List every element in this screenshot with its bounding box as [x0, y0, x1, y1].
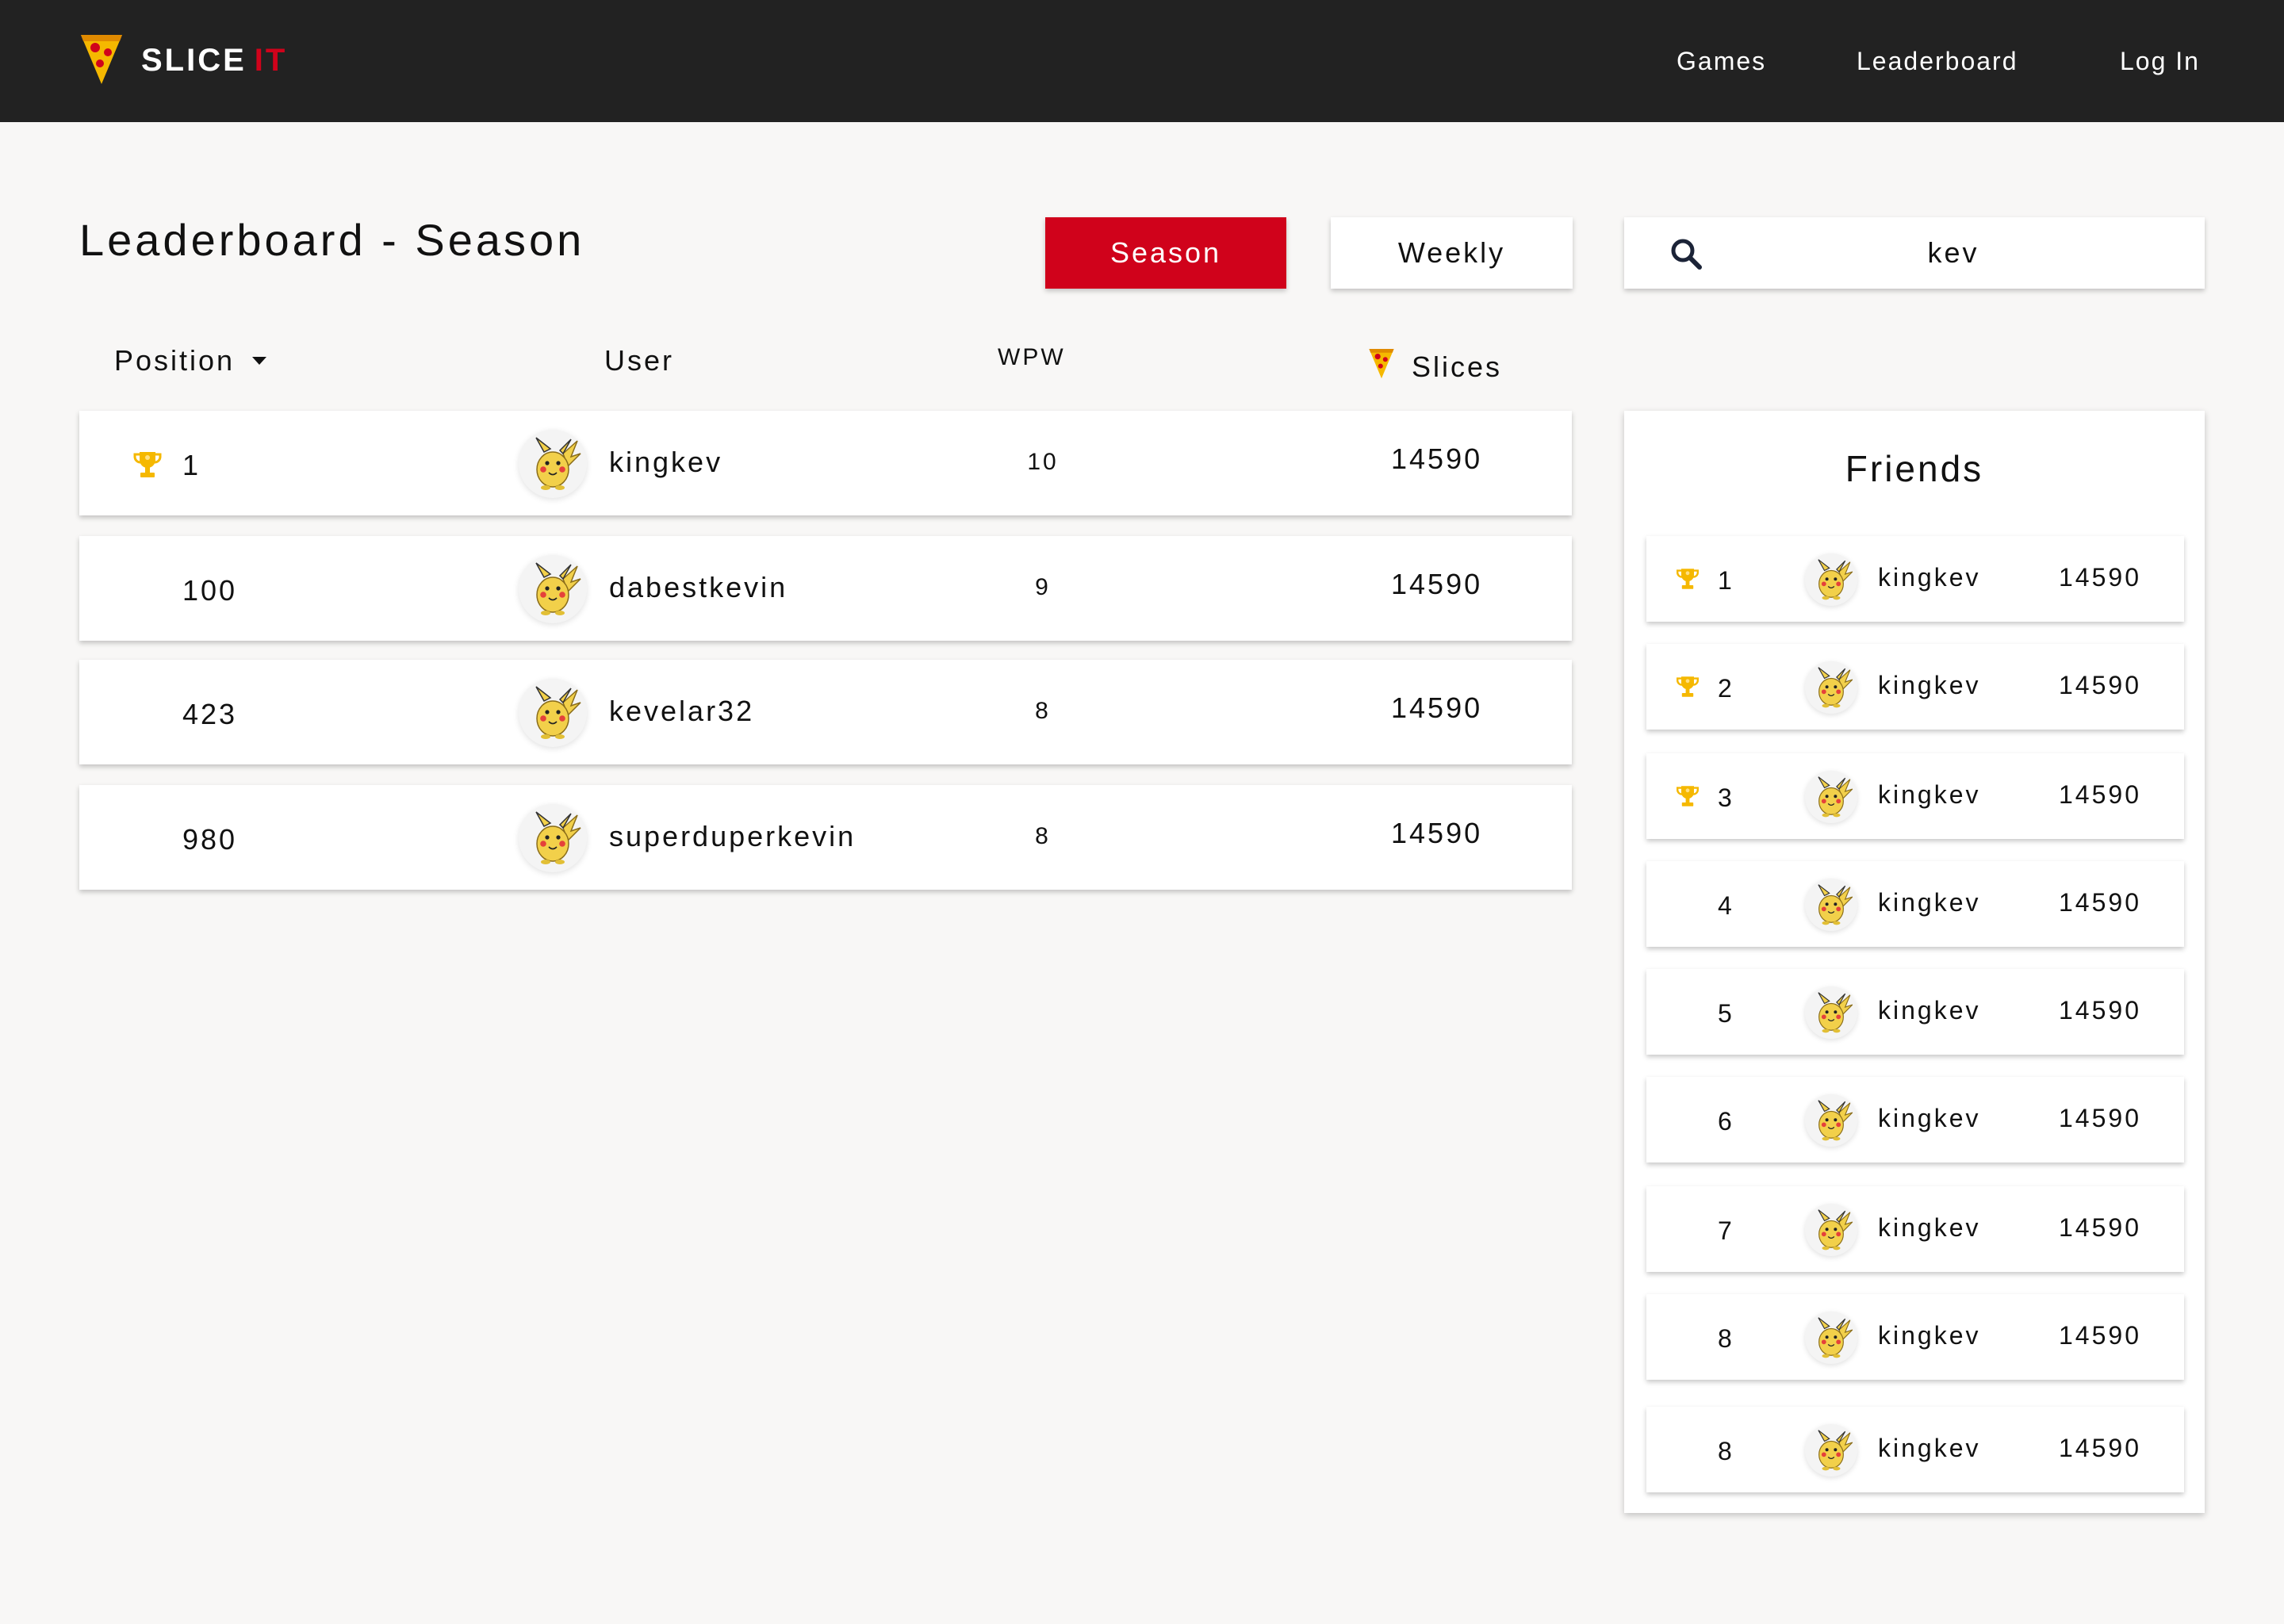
friend-slices: 14590 [2059, 780, 2141, 809]
friend-position: 7 [1718, 1216, 1734, 1245]
friends-title: Friends [1845, 448, 1984, 489]
nav-leaderboard-link[interactable]: Leaderboard [1857, 43, 2018, 79]
row-username[interactable]: superduperkevin [609, 820, 856, 853]
brand-name: SLICE IT [141, 42, 288, 78]
trophy-icon [132, 449, 163, 481]
row-username[interactable]: kevelar32 [609, 695, 754, 728]
pikachu-avatar-icon [1805, 661, 1857, 714]
row-username[interactable]: dabestkevin [609, 571, 788, 604]
friend-row[interactable]: 1 kingkev 14590 [1646, 536, 2184, 622]
friend-slices: 14590 [2059, 1213, 2141, 1242]
pikachu-avatar-icon [1805, 1204, 1857, 1256]
friend-row[interactable]: 4 kingkev 14590 [1646, 861, 2184, 947]
pikachu-avatar-icon [1805, 986, 1857, 1039]
row-position: 423 [182, 698, 238, 730]
friend-position: 1 [1718, 566, 1734, 595]
row-slices: 14590 [1391, 817, 1483, 849]
row-slices: 14590 [1391, 442, 1483, 475]
pikachu-avatar-icon [519, 430, 587, 498]
leaderboard-row[interactable]: 100 dabestkevin 9 14590 [79, 536, 1572, 641]
friend-position: 5 [1718, 999, 1734, 1028]
search-input[interactable] [1719, 217, 2187, 289]
slices-header-label: Slices [1412, 350, 1503, 383]
friend-row[interactable]: 7 kingkev 14590 [1646, 1186, 2184, 1272]
friend-position: 6 [1718, 1107, 1734, 1136]
caret-down-icon[interactable] [252, 357, 267, 365]
user-column-header: User [604, 344, 675, 377]
friend-username[interactable]: kingkev [1878, 888, 1981, 917]
pikachu-avatar-icon [519, 804, 587, 872]
friends-panel: Friends 1 kingkev 14590 2 kingkev 14590 … [1624, 411, 2205, 1513]
friend-username[interactable]: kingkev [1878, 1434, 1981, 1463]
friend-slices: 14590 [2059, 671, 2141, 699]
wpw-column-header: WPW [998, 344, 1066, 370]
friend-slices: 14590 [2059, 563, 2141, 592]
friend-username[interactable]: kingkev [1878, 996, 1981, 1025]
leaderboard-row[interactable]: 423 kevelar32 8 14590 [79, 660, 1572, 764]
leaderboard-row[interactable]: 980 superduperkevin 8 14590 [79, 785, 1572, 890]
row-slices: 14590 [1391, 568, 1483, 600]
friend-row[interactable]: 8 kingkev 14590 [1646, 1294, 2184, 1380]
nav-games-link[interactable]: Games [1677, 43, 1766, 79]
pizza-slice-icon [78, 30, 125, 91]
search-icon[interactable] [1669, 236, 1703, 271]
row-slices: 14590 [1391, 691, 1483, 724]
friend-slices: 14590 [2059, 1434, 2141, 1462]
weekly-filter-button[interactable]: Weekly [1331, 217, 1573, 289]
trophy-icon [1675, 566, 1700, 592]
trophy-icon [1675, 783, 1700, 809]
nav-login-link[interactable]: Log In [2120, 43, 2200, 79]
friend-username[interactable]: kingkev [1878, 1104, 1981, 1133]
row-wpw: 9 [1035, 574, 1051, 600]
position-header-label: Position [114, 344, 236, 377]
search-box[interactable] [1624, 217, 2205, 289]
row-wpw: 10 [1027, 449, 1059, 475]
slices-column-header: Slices [1367, 346, 1502, 388]
friend-row[interactable]: 6 kingkev 14590 [1646, 1077, 2184, 1162]
friend-username[interactable]: kingkev [1878, 671, 1981, 700]
pikachu-avatar-icon [1805, 1094, 1857, 1147]
top-navbar: SLICE IT Games Leaderboard Log In [0, 0, 2284, 122]
friend-username[interactable]: kingkev [1878, 1213, 1981, 1243]
row-wpw: 8 [1035, 698, 1051, 724]
friend-position: 8 [1718, 1324, 1734, 1353]
friend-slices: 14590 [2059, 888, 2141, 917]
friend-position: 3 [1718, 783, 1734, 812]
season-filter-button[interactable]: Season [1045, 217, 1286, 289]
friend-row[interactable]: 5 kingkev 14590 [1646, 969, 2184, 1055]
friend-row[interactable]: 8 kingkev 14590 [1646, 1407, 2184, 1492]
friend-position: 8 [1718, 1437, 1734, 1465]
row-position: 980 [182, 823, 238, 856]
brand-logo[interactable]: SLICE IT [78, 29, 287, 92]
pikachu-avatar-icon [1805, 1312, 1857, 1364]
friend-slices: 14590 [2059, 1104, 2141, 1132]
row-username[interactable]: kingkev [609, 446, 722, 479]
trophy-icon [1675, 674, 1700, 699]
friend-row[interactable]: 3 kingkev 14590 [1646, 753, 2184, 839]
friend-position: 4 [1718, 891, 1734, 920]
pikachu-avatar-icon [1805, 553, 1857, 606]
row-position: 100 [182, 574, 238, 607]
friend-username[interactable]: kingkev [1878, 780, 1981, 810]
pikachu-avatar-icon [1805, 879, 1857, 931]
friend-row[interactable]: 2 kingkev 14590 [1646, 644, 2184, 730]
page-title: Leaderboard - Season [79, 215, 585, 265]
friend-username[interactable]: kingkev [1878, 563, 1981, 592]
friend-slices: 14590 [2059, 996, 2141, 1025]
pikachu-avatar-icon [519, 555, 587, 623]
friend-position: 2 [1718, 674, 1734, 703]
pizza-slice-icon [1367, 346, 1412, 388]
position-column-header[interactable]: Position [114, 344, 267, 377]
row-position: 1 [182, 449, 201, 481]
pikachu-avatar-icon [1805, 1424, 1857, 1477]
pikachu-avatar-icon [1805, 771, 1857, 823]
row-wpw: 8 [1035, 823, 1051, 849]
pikachu-avatar-icon [519, 679, 587, 747]
friend-username[interactable]: kingkev [1878, 1321, 1981, 1350]
leaderboard-row[interactable]: 1 kingkev 10 14590 [79, 411, 1572, 515]
friend-slices: 14590 [2059, 1321, 2141, 1350]
